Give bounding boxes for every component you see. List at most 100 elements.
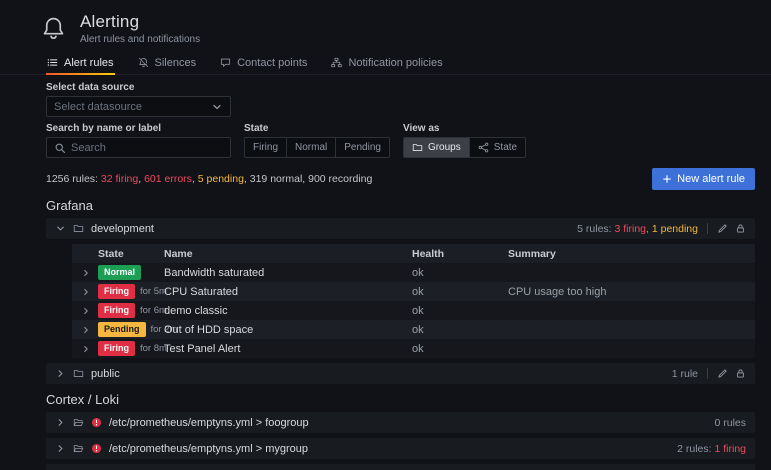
summary-row: 1256 rules: 32 firing, 601 errors, 5 pen…	[46, 168, 755, 190]
chevron-right-icon[interactable]	[72, 287, 98, 297]
tab-label: Contact points	[237, 57, 307, 69]
rule-group-row[interactable]: /etc/prometheus/emptyns.yml > foogroup 0 …	[46, 412, 755, 433]
alerting-page: Alerting Alert rules and notifications A…	[0, 0, 771, 470]
rule-health: ok	[412, 286, 508, 298]
exclamation-circle-icon	[91, 443, 102, 454]
rule-state-cell: Firingfor 6m	[98, 303, 164, 317]
share-icon	[478, 142, 489, 153]
summary-segment: , 319 normal, 900 recording	[244, 173, 372, 185]
for-duration: for 8m	[140, 343, 167, 354]
viewas-groups[interactable]: Groups	[404, 138, 469, 157]
datasource-select[interactable]: Select datasource	[46, 96, 231, 117]
group-name: /etc/prometheus/emptyns.yml > foogroup	[109, 417, 309, 429]
rule-health: ok	[412, 305, 508, 317]
chevron-right-icon[interactable]	[72, 344, 98, 354]
rule-name: CPU Saturated	[164, 286, 412, 298]
chevron-right-icon[interactable]	[72, 268, 98, 278]
state-badge: Pending	[98, 322, 146, 336]
page-title: Alerting	[80, 12, 200, 32]
rule-health: ok	[412, 343, 508, 355]
chevron-down-icon	[211, 101, 223, 113]
column-state: State	[98, 248, 164, 260]
state-filter-field: State FiringNormalPending	[244, 123, 390, 158]
rules-summary: 1256 rules: 32 firing, 601 errors, 5 pen…	[46, 173, 372, 185]
plus-icon	[662, 174, 672, 184]
tab-label: Silences	[155, 57, 197, 69]
filter-row: Search by name or label State FiringNorm…	[46, 123, 755, 158]
search-input[interactable]	[71, 142, 223, 154]
comment-icon	[220, 57, 231, 68]
state-badge: Normal	[98, 265, 141, 279]
datasource-value: Select datasource	[54, 101, 142, 113]
edit-icon[interactable]	[717, 368, 728, 379]
column-name: Name	[164, 248, 412, 260]
alert-rule-row[interactable]: Pendingfor 2mOut of HDD spaceok	[72, 320, 755, 339]
summary-segment: 32 firing	[101, 173, 138, 185]
rule-group-row[interactable]: /etc/prometheus/emptyns.yml > mygroup 2 r…	[46, 438, 755, 459]
rule-name: Out of HDD space	[164, 324, 412, 336]
rule-group-row[interactable]: development5 rules: 3 firing, 1 pending	[46, 218, 755, 239]
exclamation-circle-icon	[91, 417, 102, 428]
chevron-right-icon[interactable]	[55, 417, 66, 428]
group-stats: 1 rule	[672, 368, 698, 380]
tab-silences[interactable]: Silences	[137, 51, 198, 74]
divider	[707, 368, 708, 379]
search-field: Search by name or label	[46, 123, 231, 158]
tab-bar: Alert rules Silences Contact points Notific…	[0, 51, 771, 75]
new-alert-rule-button[interactable]: New alert rule	[652, 168, 755, 190]
state-option-firing[interactable]: Firing	[245, 138, 286, 157]
rule-group-row[interactable]: public1 rule	[46, 363, 755, 384]
viewas-option-label: Groups	[428, 142, 461, 153]
column-health: Health	[412, 248, 508, 260]
search-box	[46, 137, 231, 158]
folder-icon	[73, 368, 84, 379]
rule-summary: CPU usage too high	[508, 286, 755, 298]
group-stats: 0 rules	[714, 417, 746, 429]
viewas-toggle: Groups State	[403, 137, 526, 158]
search-icon	[54, 142, 66, 154]
state-filter-label: State	[244, 123, 390, 134]
alert-rule-row[interactable]: Firingfor 8mTest Panel Alertok	[72, 339, 755, 358]
rule-name: Test Panel Alert	[164, 343, 412, 355]
page-subtitle: Alert rules and notifications	[80, 34, 200, 45]
list-icon	[47, 57, 58, 68]
divider	[707, 223, 708, 234]
page-heading: Alerting Alert rules and notifications	[80, 12, 200, 45]
alert-rule-row[interactable]: Firingfor 5mCPU SaturatedokCPU usage too…	[72, 282, 755, 301]
rule-state-cell: Firingfor 5m	[98, 284, 164, 298]
group-stats: 5 rules: 3 firing, 1 pending	[577, 223, 698, 235]
tab-contact-points[interactable]: Contact points	[219, 51, 308, 74]
summary-segment: 601 errors	[144, 173, 192, 185]
section-title: Cortex / Loki	[46, 392, 755, 407]
chevron-right-icon[interactable]	[72, 306, 98, 316]
lock-icon[interactable]	[735, 223, 746, 234]
alert-rule-row[interactable]: NormalBandwidth saturatedok	[72, 263, 755, 282]
state-badge: Firing	[98, 303, 135, 317]
folder-open-icon	[73, 443, 84, 454]
lock-icon[interactable]	[735, 368, 746, 379]
group-right: 2 rules: 1 firing	[677, 443, 746, 455]
state-option-normal[interactable]: Normal	[286, 138, 335, 157]
new-alert-rule-label: New alert rule	[677, 173, 745, 185]
edit-icon[interactable]	[717, 223, 728, 234]
section-title: Grafana	[46, 198, 755, 213]
chevron-down-icon[interactable]	[55, 223, 66, 234]
datasource-field: Select data source Select datasource	[46, 82, 755, 117]
page-header: Alerting Alert rules and notifications	[0, 0, 771, 51]
tab-label: Alert rules	[64, 57, 114, 69]
bell-slash-icon	[138, 57, 149, 68]
for-duration: for 5m	[140, 286, 167, 297]
rule-group-row[interactable]: /etc/prometheus/emptyns.yml	[46, 464, 755, 470]
viewas-label: View as	[403, 123, 526, 134]
tab-notification-policies[interactable]: Notification policies	[330, 51, 443, 74]
chevron-right-icon[interactable]	[55, 443, 66, 454]
state-option-pending[interactable]: Pending	[335, 138, 389, 157]
viewas-state[interactable]: State	[469, 138, 525, 157]
chevron-right-icon[interactable]	[55, 368, 66, 379]
group-name: /etc/prometheus/emptyns.yml > mygroup	[109, 443, 308, 455]
chevron-right-icon[interactable]	[72, 325, 98, 335]
content: Select data source Select datasource Sea…	[0, 82, 771, 470]
alert-rule-row[interactable]: Firingfor 6mdemo classicok	[72, 301, 755, 320]
tab-alert-rules[interactable]: Alert rules	[46, 51, 115, 74]
rule-name: Bandwidth saturated	[164, 267, 412, 279]
